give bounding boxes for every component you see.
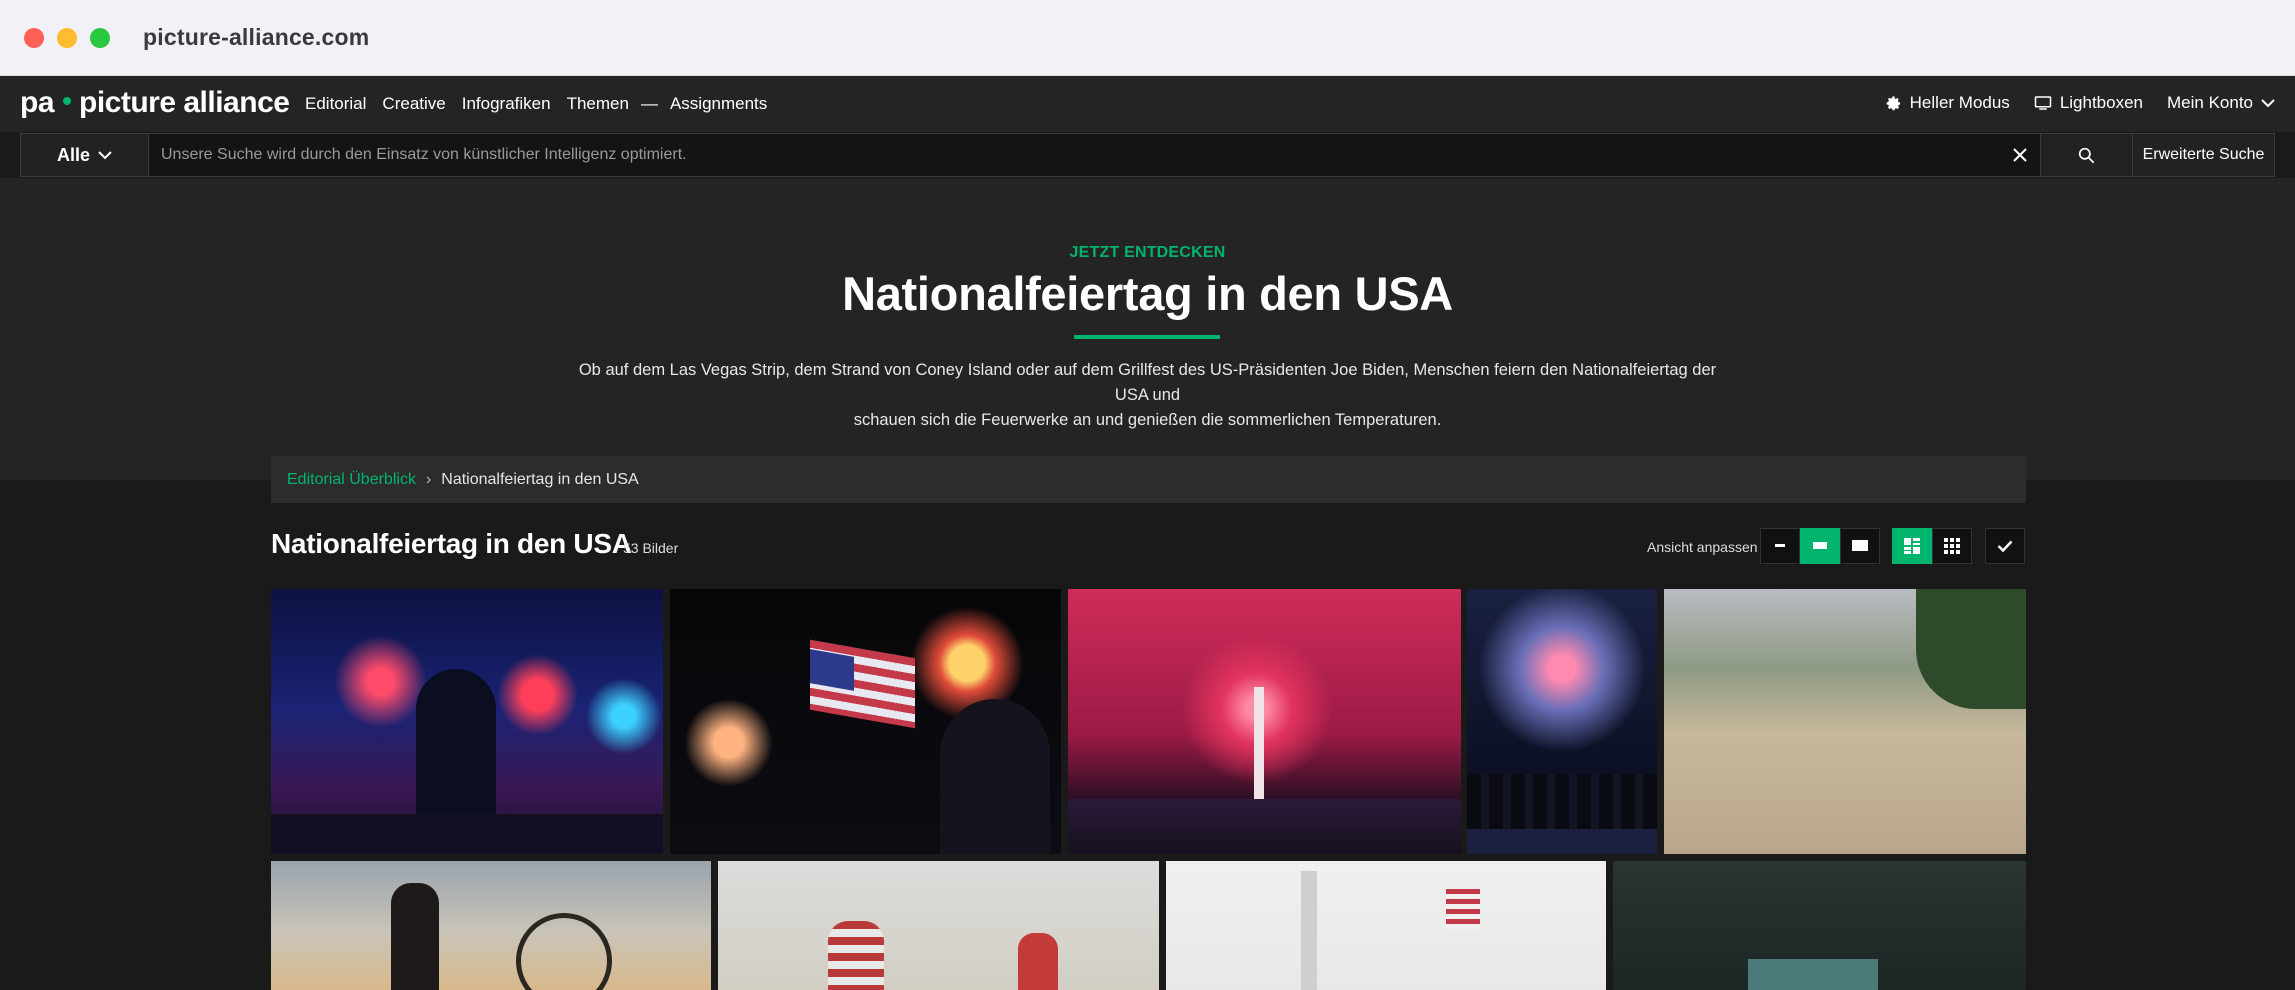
address-bar-url[interactable]: picture-alliance.com [143, 24, 369, 51]
gallery-image[interactable] [670, 589, 1061, 854]
logo-text: picture alliance [79, 86, 290, 119]
layout-grid-button[interactable] [1932, 528, 1972, 564]
view-adjust-label: Ansicht anpassen [1647, 539, 1758, 555]
gallery-image[interactable] [1467, 589, 1657, 854]
grid-icon [1944, 538, 1960, 554]
gallery-image[interactable] [1166, 861, 1606, 990]
gallery-image[interactable] [1068, 589, 1461, 854]
breadcrumb-current: Nationalfeiertag in den USA [441, 470, 639, 488]
water-reflection [1467, 829, 1657, 854]
medium-size-icon [1813, 542, 1827, 549]
size-large-button[interactable] [1840, 528, 1880, 564]
hero-description: Ob auf dem Las Vegas Strip, dem Strand v… [560, 358, 1735, 433]
large-size-icon [1852, 540, 1868, 551]
monitor-icon [2034, 96, 2052, 110]
search-scope-dropdown[interactable]: Alle [21, 134, 149, 176]
search-input[interactable] [149, 134, 2000, 176]
layout-mosaic-button[interactable] [1892, 528, 1932, 564]
hero-title: Nationalfeiertag in den USA [842, 267, 1453, 320]
chevron-down-icon [2261, 99, 2275, 108]
search-button[interactable] [2040, 134, 2132, 176]
top-navigation: pa picture alliance Editorial Creative In… [0, 76, 2295, 132]
lightboxes-link[interactable]: Lightboxen [2034, 93, 2143, 113]
gear-icon [1886, 95, 1900, 110]
monument-shape [1301, 871, 1317, 990]
logo-pa: pa [20, 86, 55, 119]
nav-assignments[interactable]: Assignments [670, 94, 767, 114]
site-logo[interactable]: pa picture alliance [20, 86, 290, 120]
breadcrumb-editorial-link[interactable]: Editorial Überblick [287, 471, 416, 489]
breadcrumb-separator: › [425, 470, 432, 488]
close-window-button[interactable] [24, 28, 44, 48]
image-count: 53 Bilder [623, 540, 679, 556]
clear-search-button[interactable] [2000, 134, 2040, 176]
search-bar: Alle Erweiterte Suche [20, 133, 2275, 177]
logo-dot [63, 97, 72, 106]
house-shape [1748, 959, 1878, 990]
chevron-down-icon [98, 151, 112, 160]
nav-editorial[interactable]: Editorial [305, 94, 366, 114]
lightboxes-label: Lightboxen [2059, 93, 2143, 112]
nav-creative[interactable]: Creative [382, 94, 445, 114]
size-medium-button[interactable] [1800, 528, 1840, 564]
trees [1916, 589, 2026, 709]
hero-section: JETZT ENTDECKEN Nationalfeiertag in den … [0, 178, 2295, 480]
crowd-silhouette [271, 814, 663, 854]
hero-description-line: schauen sich die Feuerwerke an und genie… [853, 411, 1442, 429]
close-icon [2013, 148, 2027, 162]
account-label: Mein Konto [2167, 93, 2253, 112]
person-figure [828, 921, 884, 990]
hero-description-line: Ob auf dem Las Vegas Strip, dem Strand v… [578, 361, 1717, 404]
minimize-window-button[interactable] [57, 28, 77, 48]
small-size-icon [1775, 544, 1785, 547]
advanced-search-button[interactable]: Erweiterte Suche [2132, 134, 2274, 176]
crowd-silhouette [1068, 799, 1461, 854]
gallery-image[interactable] [271, 589, 663, 854]
select-mode-button[interactable] [1985, 528, 2025, 564]
light-mode-toggle[interactable]: Heller Modus [1885, 93, 2010, 113]
title-underline [1074, 335, 1220, 339]
search-icon [2078, 147, 2095, 163]
skyline-silhouette [1467, 774, 1657, 829]
person-figure [1018, 933, 1058, 990]
gallery-image[interactable] [271, 861, 711, 990]
gallery-image[interactable] [1613, 861, 2026, 990]
maximize-window-button[interactable] [90, 28, 110, 48]
person-silhouette [391, 883, 439, 990]
size-small-button[interactable] [1760, 528, 1800, 564]
gallery-image[interactable] [718, 861, 1159, 990]
nav-infografiken[interactable]: Infografiken [462, 94, 551, 114]
nav-themen[interactable]: Themen [567, 94, 629, 114]
breadcrumb: Editorial Überblick › Nationalfeiertag i… [271, 456, 2026, 503]
person-figure [1829, 604, 1879, 844]
mosaic-grid-icon [1904, 538, 1920, 554]
flag-shape [1446, 889, 1480, 929]
search-scope-label: Alle [56, 144, 90, 165]
light-mode-label: Heller Modus [1909, 93, 2010, 112]
gallery-title: Nationalfeiertag in den USA [271, 528, 632, 559]
hero-kicker: JETZT ENTDECKEN [1069, 244, 1226, 261]
person-silhouette [940, 699, 1050, 854]
checkmark-icon [1997, 540, 2013, 552]
browser-chrome: picture-alliance.com [0, 0, 2295, 76]
gallery-image[interactable] [1664, 589, 2026, 854]
nav-separator: — [640, 94, 658, 113]
account-menu[interactable]: Mein Konto [2167, 93, 2275, 113]
gallery-header: Nationalfeiertag in den USA 53 Bilder An… [271, 526, 2026, 566]
ferris-wheel [516, 913, 612, 990]
utility-nav: Heller Modus Lightboxen Mein Konto [1861, 93, 2275, 113]
main-nav: Editorial Creative Infografiken Themen —… [305, 94, 783, 114]
